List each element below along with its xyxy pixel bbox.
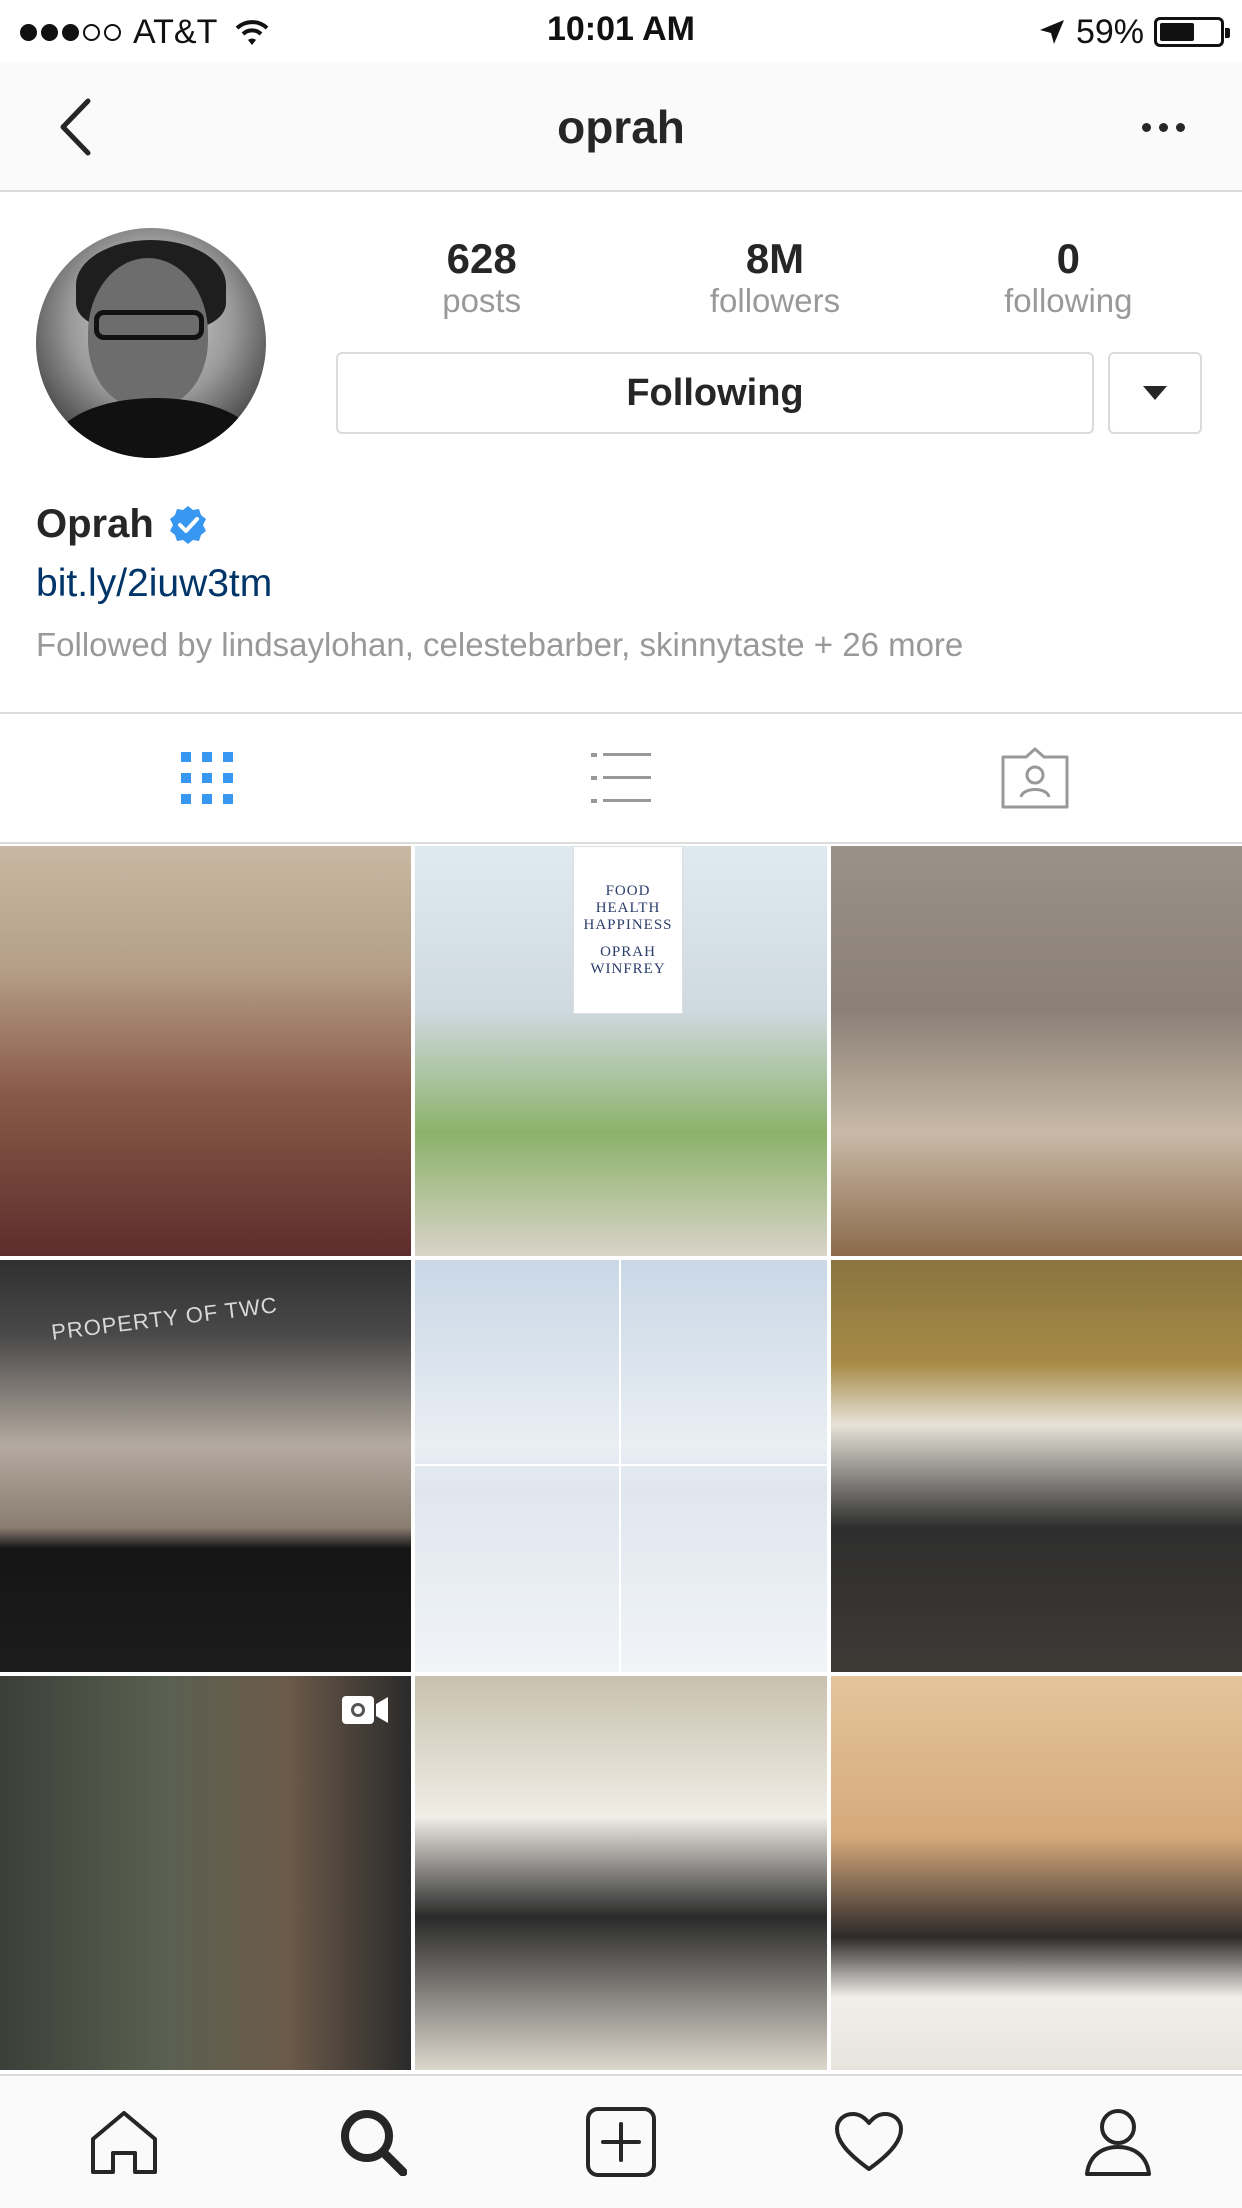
book-cover: FOOD HEALTH HAPPINESS OPRAH WINFREY (573, 846, 683, 1014)
battery-percent: 59% (1075, 12, 1144, 51)
post-thumbnail[interactable] (831, 846, 1242, 1256)
post-thumbnail[interactable]: PROPERTY OF TWC (0, 1260, 411, 1672)
display-name: Oprah (36, 502, 154, 546)
home-tab[interactable] (0, 2076, 248, 2208)
suggestions-dropdown-button[interactable] (1108, 352, 1202, 434)
more-options-button[interactable] (1118, 100, 1208, 154)
stat-following[interactable]: 0 following (922, 236, 1215, 320)
more-dot (1158, 122, 1168, 132)
display-name-row: Oprah (36, 502, 208, 547)
post-thumbnail[interactable] (0, 846, 411, 1256)
avatar-glasses (94, 310, 204, 340)
nav-bar: oprah (0, 62, 1242, 192)
home-icon (91, 2111, 158, 2174)
posts-grid: FOOD HEALTH HAPPINESS OPRAH WINFREY PROP… (0, 846, 1242, 2070)
battery-icon (1154, 17, 1230, 47)
tagged-icon (1001, 747, 1069, 809)
add-post-tab[interactable] (497, 2076, 745, 2208)
bottom-tab-bar (0, 2074, 1242, 2208)
list-icon (591, 753, 651, 803)
stat-value: 0 (1056, 235, 1080, 282)
tab-tagged[interactable] (828, 714, 1242, 842)
video-caption: PROPERTY OF TWC (50, 1292, 280, 1345)
stat-followers[interactable]: 8M followers (628, 236, 921, 320)
status-right: 59% (1038, 12, 1230, 52)
post-thumbnail[interactable]: FOOD HEALTH HAPPINESS OPRAH WINFREY (415, 846, 827, 1256)
activity-tab[interactable] (745, 2076, 993, 2208)
status-bar: AT&T 10:01 AM 59% (0, 0, 1242, 62)
heart-icon (835, 2112, 904, 2171)
profile-tab-bar (0, 712, 1242, 844)
post-thumbnail[interactable] (0, 1676, 411, 2070)
avatar-body (56, 398, 256, 458)
battery-level (1160, 23, 1195, 41)
collage-divider (619, 1260, 621, 1672)
tab-list[interactable] (414, 714, 828, 842)
tab-grid[interactable] (0, 714, 414, 842)
caret-down-icon (1143, 386, 1167, 400)
post-thumbnail[interactable] (415, 1260, 827, 1672)
collage-divider (415, 1464, 827, 1466)
stat-posts[interactable]: 628 posts (335, 236, 628, 320)
post-thumbnail[interactable] (831, 1676, 1242, 2070)
stat-label: following (1004, 282, 1133, 319)
battery-cap (1225, 28, 1230, 38)
followed-by-text[interactable]: Followed by lindsaylohan, celestebarber,… (36, 626, 963, 664)
profile-tab[interactable] (994, 2076, 1242, 2208)
stat-value: 628 (446, 235, 517, 282)
book-title: FOOD HEALTH HAPPINESS (583, 882, 673, 933)
search-tab[interactable] (248, 2076, 496, 2208)
avatar[interactable] (36, 228, 266, 458)
book-author: OPRAH WINFREY (590, 943, 666, 977)
profile-icon (1084, 2109, 1151, 2176)
grid-icon (181, 752, 233, 804)
following-button[interactable]: Following (336, 352, 1094, 434)
more-dot (1141, 122, 1151, 132)
bio-link[interactable]: bit.ly/2iuw3tm (36, 562, 272, 606)
location-arrow-icon (1039, 20, 1064, 44)
stat-label: followers (709, 282, 841, 319)
profile-stats: 628 posts 8M followers 0 following (335, 236, 1215, 320)
video-camera-icon (342, 1696, 388, 1724)
stat-label: posts (442, 282, 522, 319)
more-dot (1175, 122, 1185, 132)
page-title: oprah (557, 101, 685, 153)
add-post-icon (586, 2107, 657, 2177)
search-icon (340, 2110, 407, 2176)
post-thumbnail[interactable] (831, 1260, 1242, 1672)
verified-badge-icon (169, 505, 206, 544)
post-thumbnail[interactable] (415, 1676, 827, 2070)
stat-value: 8M (745, 235, 805, 282)
